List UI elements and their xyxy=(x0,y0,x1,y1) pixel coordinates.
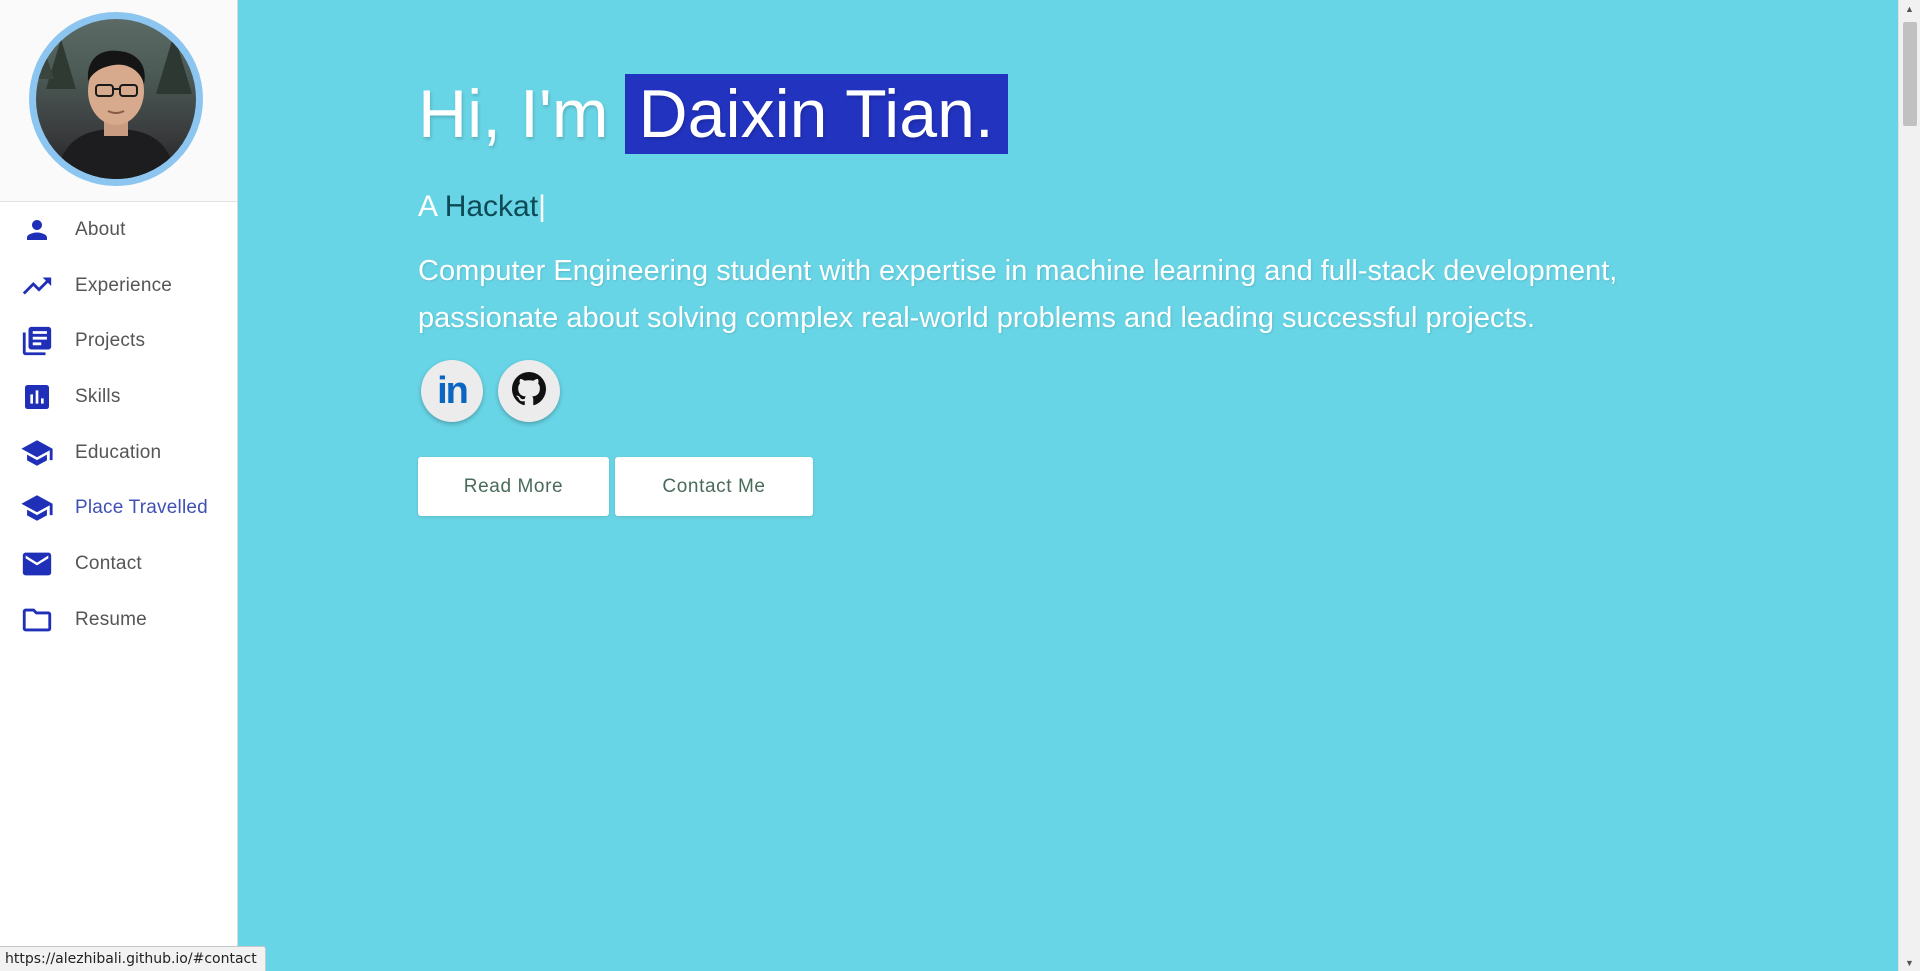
scroll-down-arrow-icon[interactable]: ▼ xyxy=(1899,954,1920,971)
sidebar-item-place-travelled[interactable]: Place Travelled xyxy=(0,480,237,536)
sidebar: About Experience Projects Skills Educati… xyxy=(0,0,238,971)
hero-greeting: Hi, I'm xyxy=(418,76,609,152)
sidebar-item-skills[interactable]: Skills xyxy=(0,369,237,425)
sidebar-item-label: Education xyxy=(75,441,162,463)
avatar-photo xyxy=(36,19,196,179)
social-links: in xyxy=(421,360,560,422)
github-icon xyxy=(512,371,546,411)
hero-bio: Computer Engineering student with expert… xyxy=(418,255,1618,334)
browser-status-bar: https://alezhibali.github.io/#contact xyxy=(0,946,266,971)
read-more-button[interactable]: Read More xyxy=(418,457,609,516)
sidebar-item-contact[interactable]: Contact xyxy=(0,536,237,592)
sidebar-item-label: About xyxy=(75,218,126,240)
hero-headline: Hi, I'm Daixin Tian. xyxy=(418,72,1008,156)
graduation-cap-icon xyxy=(20,491,54,525)
hero-section: Hi, I'm Daixin Tian. A Hackat| Computer E… xyxy=(238,0,1898,971)
hero-actions: Read More Contact Me xyxy=(418,457,813,516)
typing-cursor: | xyxy=(538,190,546,223)
profile-header xyxy=(0,0,237,202)
subtitle-prefix: A xyxy=(418,190,437,223)
avatar[interactable] xyxy=(29,12,203,186)
bar-chart-icon xyxy=(20,380,54,414)
scroll-up-arrow-icon[interactable]: ▲ xyxy=(1899,0,1920,17)
mail-icon xyxy=(20,547,54,581)
sidebar-item-experience[interactable]: Experience xyxy=(0,258,237,314)
trending-up-icon xyxy=(20,269,54,303)
linkedin-button[interactable]: in xyxy=(421,360,483,422)
sidebar-item-label: Skills xyxy=(75,385,121,407)
sidebar-item-resume[interactable]: Resume xyxy=(0,592,237,648)
sidebar-nav: About Experience Projects Skills Educati… xyxy=(0,202,237,648)
subtitle-typed-text: Hackat xyxy=(444,190,539,223)
sidebar-item-label: Projects xyxy=(75,330,146,352)
sidebar-item-projects[interactable]: Projects xyxy=(0,313,237,369)
sidebar-item-about[interactable]: About xyxy=(0,202,237,258)
sidebar-item-label: Resume xyxy=(75,608,147,630)
folder-icon xyxy=(20,603,54,637)
github-button[interactable] xyxy=(498,360,560,422)
person-icon xyxy=(20,213,54,247)
graduation-cap-icon xyxy=(20,436,54,470)
sidebar-item-label: Place Travelled xyxy=(75,497,208,519)
hero-subtitle: A Hackat| xyxy=(418,190,546,224)
sidebar-item-education[interactable]: Education xyxy=(0,425,237,481)
scrollbar-thumb[interactable] xyxy=(1903,22,1917,126)
linkedin-icon: in xyxy=(437,370,469,412)
library-books-icon xyxy=(20,324,54,358)
sidebar-item-label: Contact xyxy=(75,552,142,574)
contact-me-button[interactable]: Contact Me xyxy=(615,457,813,516)
page: About Experience Projects Skills Educati… xyxy=(0,0,1920,971)
vertical-scrollbar[interactable]: ▲ ▼ xyxy=(1898,0,1920,971)
sidebar-item-label: Experience xyxy=(75,274,173,296)
hero-name: Daixin Tian. xyxy=(624,74,1008,154)
